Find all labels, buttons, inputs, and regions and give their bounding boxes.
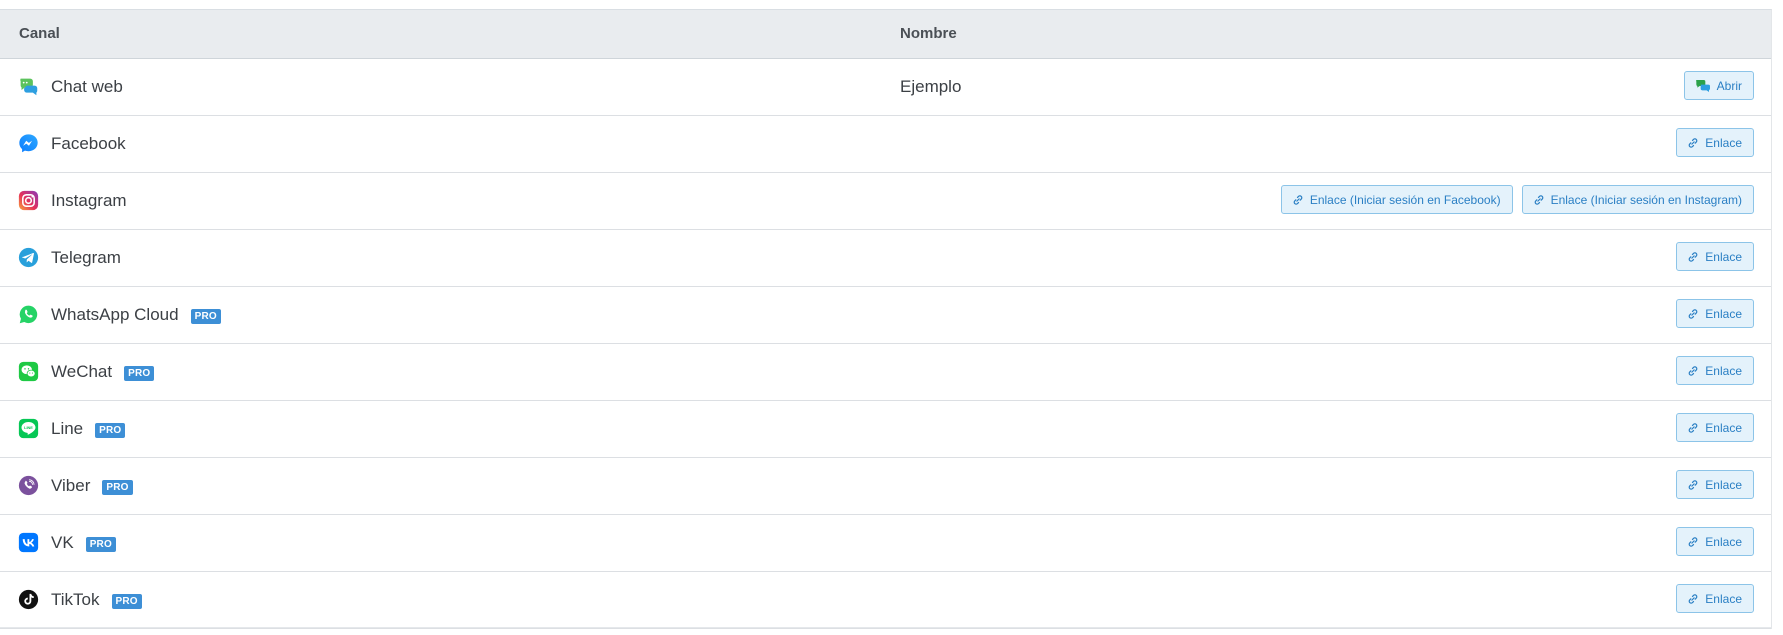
tiktok-icon bbox=[18, 589, 39, 610]
link-icon bbox=[1687, 422, 1699, 434]
vk-icon bbox=[18, 532, 39, 553]
row-actions: Enlace (Iniciar sesión en Facebook) Enlac… bbox=[1280, 185, 1754, 214]
table-body: Chat web Ejemplo Abrir Facebook Enlace Instag… bbox=[0, 59, 1771, 629]
pro-badge: PRO bbox=[85, 537, 116, 552]
row-actions: Enlace bbox=[1676, 128, 1754, 157]
header-nombre: Nombre bbox=[900, 25, 957, 42]
button-label: Enlace (Iniciar sesión en Facebook) bbox=[1309, 192, 1501, 207]
button-label: Enlace bbox=[1705, 249, 1742, 264]
link-button[interactable]: Enlace (Iniciar sesión en Facebook) bbox=[1280, 185, 1513, 214]
pro-badge: PRO bbox=[124, 366, 155, 381]
instagram-icon bbox=[18, 190, 39, 211]
link-button[interactable]: Enlace bbox=[1676, 242, 1754, 271]
channel-name: Chat web bbox=[51, 77, 123, 96]
table-row: Telegram Enlace bbox=[0, 230, 1771, 287]
link-button[interactable]: Enlace bbox=[1676, 584, 1754, 613]
table-row: Chat web Ejemplo Abrir bbox=[0, 59, 1771, 116]
facebook-messenger-icon bbox=[18, 133, 39, 154]
link-icon bbox=[1687, 593, 1699, 605]
row-actions: Abrir bbox=[1683, 71, 1754, 100]
table-row: WhatsApp Cloud PRO Enlace bbox=[0, 287, 1771, 344]
channel-name: Facebook bbox=[51, 134, 126, 153]
row-actions: Enlace bbox=[1676, 584, 1754, 613]
channel-cell: VK PRO bbox=[51, 515, 116, 571]
channel-cell: Viber PRO bbox=[51, 458, 133, 514]
channel-name: Instagram bbox=[51, 191, 127, 210]
button-label: Enlace bbox=[1705, 306, 1742, 321]
open-button[interactable]: Abrir bbox=[1683, 71, 1754, 100]
header-canal: Canal bbox=[19, 25, 60, 42]
button-label: Enlace bbox=[1705, 420, 1742, 435]
table-row: VK PRO Enlace bbox=[0, 515, 1771, 572]
link-icon bbox=[1687, 365, 1699, 377]
channel-name: TikTok bbox=[51, 590, 100, 609]
row-actions: Enlace bbox=[1676, 527, 1754, 556]
row-actions: Enlace bbox=[1676, 299, 1754, 328]
link-icon bbox=[1687, 251, 1699, 263]
table-row: WeChat PRO Enlace bbox=[0, 344, 1771, 401]
row-actions: Enlace bbox=[1676, 242, 1754, 271]
channel-name: Line bbox=[51, 419, 84, 438]
chat-web-icon bbox=[18, 76, 39, 97]
button-label: Enlace (Iniciar sesión en Instagram) bbox=[1550, 192, 1742, 207]
pro-badge: PRO bbox=[190, 309, 221, 324]
link-icon bbox=[1533, 194, 1545, 206]
row-actions: Enlace bbox=[1676, 413, 1754, 442]
link-icon bbox=[1292, 194, 1304, 206]
button-label: Enlace bbox=[1705, 591, 1742, 606]
button-label: Enlace bbox=[1705, 363, 1742, 378]
link-icon bbox=[1687, 536, 1699, 548]
svg-text:LINE: LINE bbox=[24, 426, 33, 430]
link-button[interactable]: Enlace bbox=[1676, 413, 1754, 442]
channels-table: Canal Nombre Chat web Ejemplo Abrir Faceboo… bbox=[0, 9, 1772, 629]
table-row: TikTok PRO Enlace bbox=[0, 572, 1771, 629]
link-button[interactable]: Enlace (Iniciar sesión en Instagram) bbox=[1521, 185, 1754, 214]
link-button[interactable]: Enlace bbox=[1676, 299, 1754, 328]
channel-name: Telegram bbox=[51, 248, 121, 267]
channel-name: WhatsApp Cloud bbox=[51, 305, 179, 324]
link-button[interactable]: Enlace bbox=[1676, 470, 1754, 499]
channel-cell: WhatsApp Cloud PRO bbox=[51, 287, 221, 343]
row-actions: Enlace bbox=[1676, 470, 1754, 499]
channel-cell: TikTok PRO bbox=[51, 572, 142, 628]
channel-cell: Chat web bbox=[51, 59, 123, 115]
channel-cell: Line PRO bbox=[51, 401, 126, 457]
channel-cell: WeChat PRO bbox=[51, 344, 155, 400]
table-row: Viber PRO Enlace bbox=[0, 458, 1771, 515]
table-row: Instagram Enlace (Iniciar sesión en Faceb… bbox=[0, 173, 1771, 230]
channel-name: Viber bbox=[51, 476, 91, 495]
row-actions: Enlace bbox=[1676, 356, 1754, 385]
link-button[interactable]: Enlace bbox=[1676, 527, 1754, 556]
link-button[interactable]: Enlace bbox=[1676, 128, 1754, 157]
pro-badge: PRO bbox=[102, 480, 133, 495]
link-button[interactable]: Enlace bbox=[1676, 356, 1754, 385]
viber-icon bbox=[18, 475, 39, 496]
link-icon bbox=[1687, 137, 1699, 149]
whatsapp-icon bbox=[18, 304, 39, 325]
table-row: Facebook Enlace bbox=[0, 116, 1771, 173]
button-label: Abrir bbox=[1716, 78, 1742, 93]
line-icon: LINE bbox=[18, 418, 39, 439]
channel-name: VK bbox=[51, 533, 74, 552]
button-label: Enlace bbox=[1705, 534, 1742, 549]
table-header: Canal Nombre bbox=[0, 10, 1771, 59]
chat-bubbles-icon bbox=[1695, 79, 1711, 93]
table-bottom-divider bbox=[0, 627, 1771, 628]
channel-cell: Facebook bbox=[51, 116, 126, 172]
link-icon bbox=[1687, 479, 1699, 491]
channel-account-name: Ejemplo bbox=[900, 77, 962, 96]
pro-badge: PRO bbox=[111, 594, 142, 609]
pro-badge: PRO bbox=[95, 423, 126, 438]
wechat-icon bbox=[18, 361, 39, 382]
telegram-icon bbox=[18, 247, 39, 268]
channel-cell: Telegram bbox=[51, 230, 121, 286]
channel-cell: Instagram bbox=[51, 173, 127, 229]
table-row: LINE Line PRO Enlace bbox=[0, 401, 1771, 458]
button-label: Enlace bbox=[1705, 477, 1742, 492]
link-icon bbox=[1687, 308, 1699, 320]
button-label: Enlace bbox=[1705, 135, 1742, 150]
channel-name: WeChat bbox=[51, 362, 113, 381]
